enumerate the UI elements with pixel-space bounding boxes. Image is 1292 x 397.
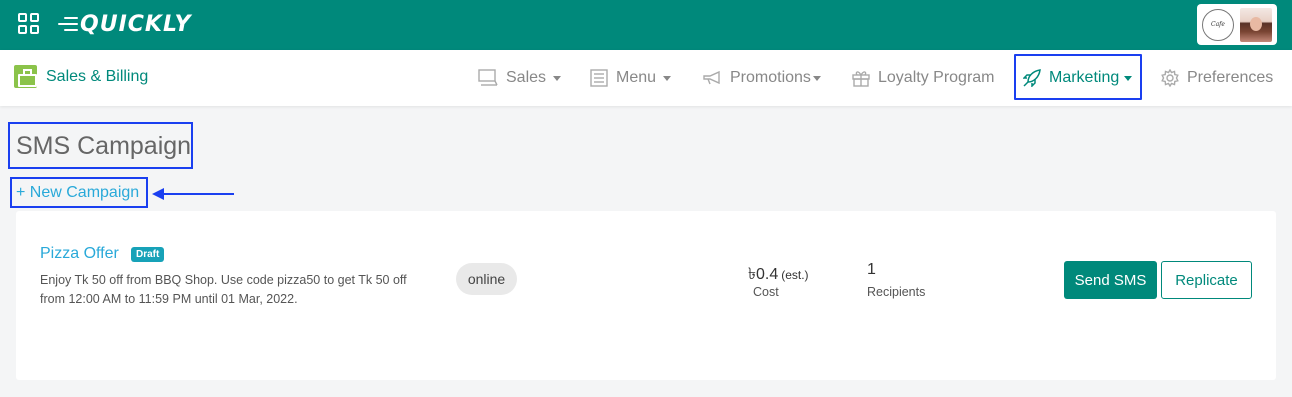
cost-amount: ৳0.4	[748, 266, 779, 283]
campaign-description: Enjoy Tk 50 off from BBQ Shop. Use code …	[40, 273, 407, 306]
app-switch[interactable]: Sales & Billing	[14, 65, 148, 88]
gift-icon	[852, 71, 870, 87]
highlight-box-marketing	[1014, 54, 1142, 100]
register-icon	[14, 65, 37, 88]
chevron-down-icon	[663, 75, 672, 81]
logo-speed-lines	[58, 17, 78, 31]
recipients-label: Recipients	[867, 285, 926, 299]
nav-preferences-label: Preferences	[1187, 69, 1274, 86]
gear-icon	[1161, 69, 1179, 87]
chevron-down-icon	[812, 75, 821, 81]
nav-loyalty-label: Loyalty Program	[878, 69, 995, 86]
app-grid-icon[interactable]	[18, 13, 40, 35]
nav-menu-label: Menu	[616, 69, 657, 86]
top-bar: QUICKLY Cafe	[0, 0, 1292, 50]
cost-label: Cost	[753, 285, 779, 299]
quickly-logo[interactable]: QUICKLY	[58, 8, 191, 40]
nav-promotions-label: Promotions	[730, 69, 811, 86]
channel-pill: online	[456, 263, 517, 295]
status-badge: Draft	[131, 247, 165, 262]
logo-text: QUICKLY	[80, 11, 192, 37]
user-avatar	[1240, 7, 1272, 42]
list-icon	[590, 69, 608, 87]
nav-loyalty-program[interactable]: Loyalty Program	[852, 50, 995, 106]
annotation-arrow-icon	[152, 188, 234, 200]
profile-menu[interactable]: Cafe	[1197, 4, 1277, 45]
nav-preferences[interactable]: Preferences	[1161, 50, 1273, 106]
campaign-card: Pizza Offer Draft Enjoy Tk 50 off from B…	[16, 211, 1276, 380]
nav-sales[interactable]: Sales	[478, 50, 562, 106]
cost-est: (est.)	[781, 268, 809, 282]
nav-sales-label: Sales	[506, 69, 547, 86]
page-title: SMS Campaign	[16, 132, 192, 160]
nav-menu[interactable]: Menu	[590, 50, 672, 106]
recipients-value: 1	[867, 261, 876, 278]
new-campaign-link[interactable]: + New Campaign	[16, 184, 139, 202]
app-name-label: Sales & Billing	[46, 67, 149, 85]
send-sms-button[interactable]: Send SMS	[1064, 261, 1157, 299]
brand-logo: Cafe	[1202, 8, 1234, 41]
brand-logo-text: Cafe	[1211, 20, 1225, 28]
chevron-down-icon	[553, 75, 562, 81]
megaphone-icon	[703, 70, 720, 85]
nav-promotions[interactable]: Promotions	[702, 50, 821, 106]
monitor-icon	[478, 69, 498, 86]
cost-value: ৳0.4 (est.)	[748, 261, 809, 288]
campaign-name-link[interactable]: Pizza Offer	[40, 245, 119, 263]
replicate-button[interactable]: Replicate	[1161, 261, 1252, 299]
